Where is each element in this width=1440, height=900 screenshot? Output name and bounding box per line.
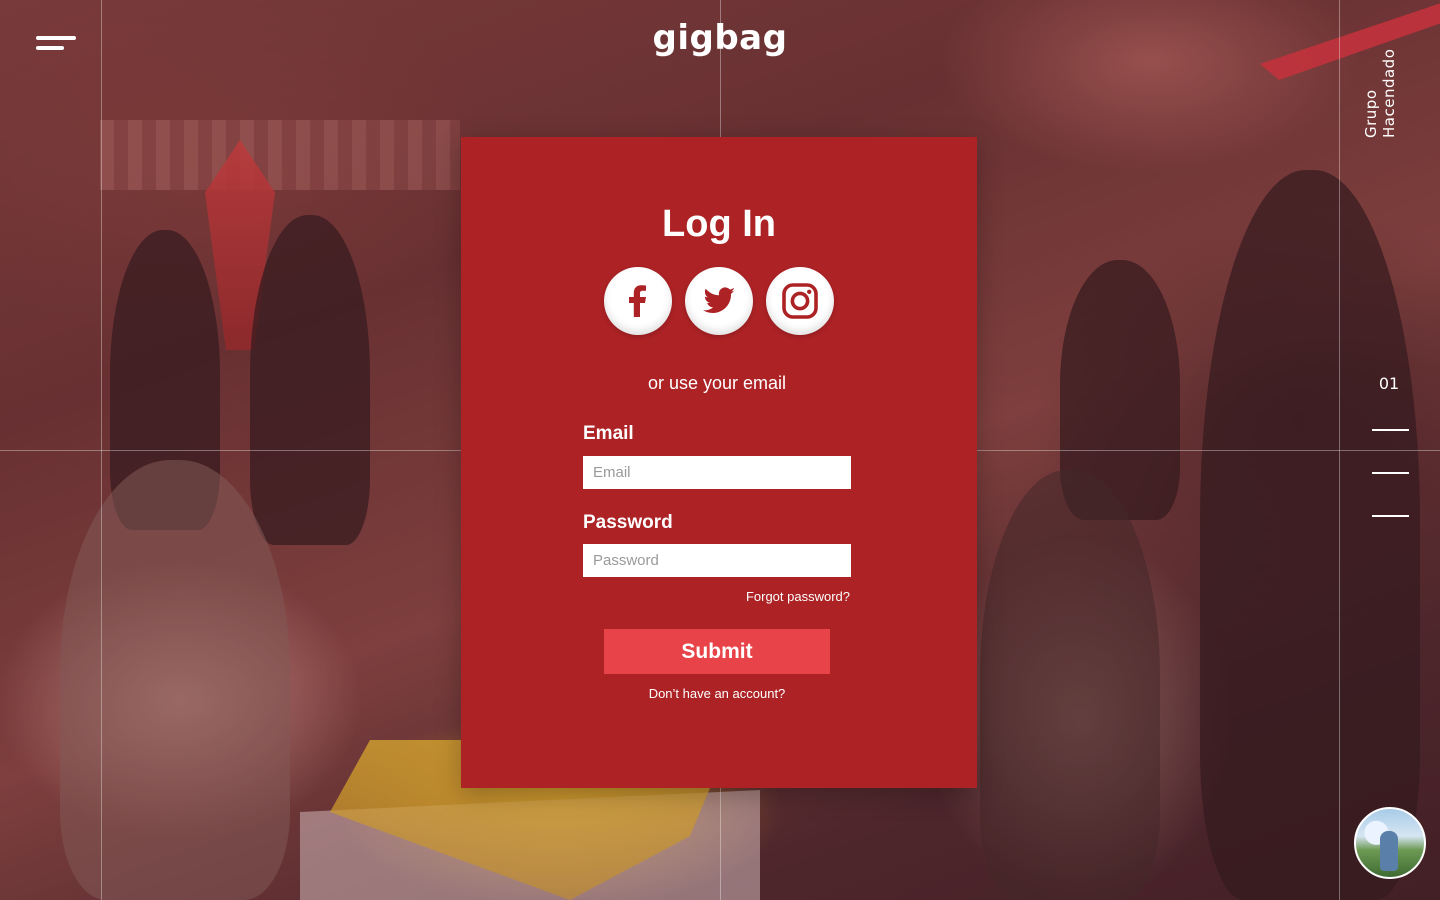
menu-bar-icon — [36, 46, 64, 50]
password-label: Password — [583, 512, 673, 533]
brand-logo[interactable]: gigbag — [620, 18, 820, 58]
facebook-icon — [629, 285, 646, 317]
instagram-button[interactable] — [766, 267, 834, 335]
email-label: Email — [583, 423, 634, 444]
email-field[interactable] — [583, 456, 851, 489]
background-diner — [980, 470, 1160, 900]
user-avatar[interactable] — [1354, 807, 1426, 879]
slide-number: 01 — [1378, 374, 1400, 393]
menu-bar-icon — [36, 36, 76, 40]
password-field[interactable] — [583, 544, 851, 577]
background-musician — [1200, 170, 1420, 900]
login-title: Log In — [662, 203, 776, 245]
background-roof — [100, 120, 460, 190]
slide-indicator-1[interactable] — [1372, 429, 1409, 431]
instagram-icon — [782, 283, 818, 319]
twitter-icon — [703, 287, 735, 313]
signup-link[interactable]: Don’t have an account? — [461, 686, 973, 701]
facebook-button[interactable] — [604, 267, 672, 335]
background-awning — [1260, 0, 1440, 80]
avatar-person-shape — [1380, 831, 1398, 871]
email-divider-text: or use your email — [647, 373, 787, 393]
login-page: gigbag Grupo Hacendado 01 Log In or use … — [0, 0, 1440, 900]
menu-button[interactable] — [36, 36, 78, 56]
background-musician — [250, 215, 370, 545]
slide-indicator-2[interactable] — [1372, 472, 1409, 474]
login-panel: Log In or use your email Email Password … — [461, 137, 977, 788]
twitter-button[interactable] — [685, 267, 753, 335]
side-brand-label: Grupo Hacendado — [1362, 48, 1398, 138]
forgot-password-link[interactable]: Forgot password? — [651, 589, 850, 604]
background-diner — [60, 460, 290, 900]
submit-button[interactable]: Submit — [604, 629, 830, 674]
slide-indicator-3[interactable] — [1372, 515, 1409, 517]
